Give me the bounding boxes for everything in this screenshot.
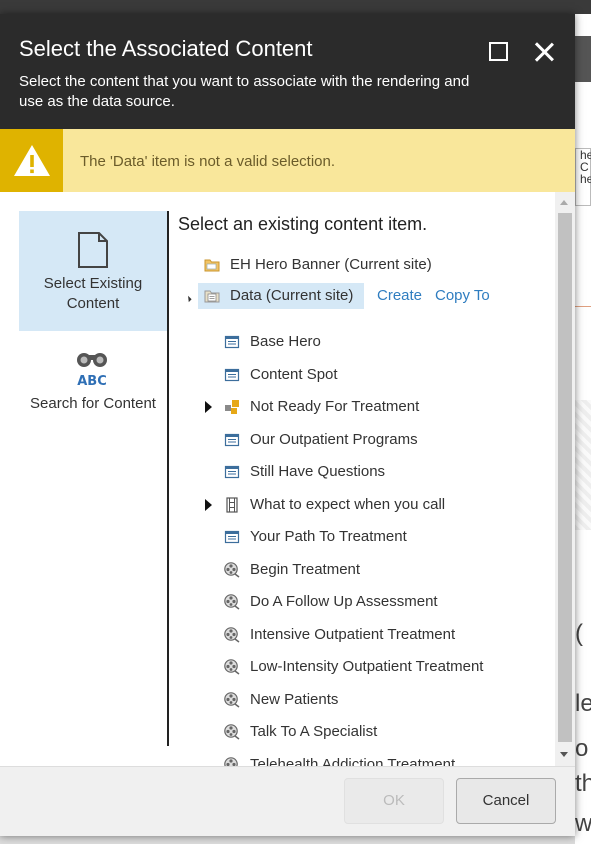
- background-text: o: [575, 735, 589, 762]
- template-icon: [224, 433, 240, 446]
- tree-item[interactable]: Do A Follow Up Assessment: [224, 589, 524, 615]
- nav-item-label: Select Existing Content: [43, 275, 143, 312]
- reel-icon: [224, 659, 240, 675]
- tree-item[interactable]: Still Have Questions: [224, 459, 524, 485]
- reel-icon: [224, 561, 240, 578]
- tree-item[interactable]: New Patients: [224, 687, 524, 713]
- svg-text:ABC: ABC: [77, 374, 107, 387]
- background-strip: [575, 36, 591, 82]
- warning-icon-box: [0, 129, 63, 192]
- tree-item[interactable]: Your Path To Treatment: [224, 524, 524, 550]
- tree-item-root[interactable]: EH Hero Banner (Current site): [204, 252, 444, 278]
- tree-item-label: Our Outpatient Programs: [250, 430, 418, 448]
- expand-toggle[interactable]: [205, 401, 212, 413]
- tree-item-label: Intensive Outpatient Treatment: [250, 625, 456, 643]
- scroll-thumb[interactable]: [558, 213, 572, 742]
- template-icon: [224, 530, 240, 544]
- document-icon: [78, 232, 108, 268]
- tree-item[interactable]: Talk To A Specialist: [224, 719, 524, 745]
- background-divider: [575, 306, 591, 307]
- select-content-dialog: Select the Associated Content Select the…: [0, 14, 575, 836]
- collapse-data-toggle[interactable]: [182, 292, 192, 303]
- background-text: th: [575, 770, 591, 797]
- background-panel: he C he: [575, 148, 591, 206]
- maximize-button[interactable]: [485, 38, 513, 66]
- tree-item-label: What to expect when you call: [250, 495, 446, 513]
- scroll-up-arrow[interactable]: [560, 200, 568, 205]
- data-folder-icon: [204, 290, 220, 303]
- reel-icon: [224, 594, 240, 610]
- warning-banner: The 'Data' item is not a valid selection…: [0, 129, 575, 192]
- film-icon: [226, 496, 238, 513]
- tree-item[interactable]: Content Spot: [224, 362, 524, 388]
- tree-item-label: Still Have Questions: [250, 463, 386, 480]
- create-link[interactable]: Create: [377, 287, 422, 304]
- scroll-down-arrow[interactable]: [560, 752, 568, 757]
- template-icon: [224, 465, 240, 479]
- tree-item-label: EH Hero Banner (Current site): [230, 256, 432, 273]
- background-top-bar: [0, 0, 591, 14]
- reel-icon: [224, 724, 240, 740]
- close-button[interactable]: [530, 38, 558, 66]
- vertical-scrollbar[interactable]: [555, 192, 575, 766]
- content-tree-panel: Select an existing content item. EH Hero…: [170, 192, 555, 766]
- tree-item-label: Telehealth Addiction Treatment: [250, 755, 456, 767]
- maximize-icon: [489, 42, 508, 61]
- reel-icon: [224, 626, 240, 643]
- tree-item-label: Begin Treatment: [250, 560, 361, 578]
- nav-select-existing-content[interactable]: Select Existing Content: [19, 211, 167, 331]
- folder-icon: [204, 259, 220, 272]
- dialog-title: Select the Associated Content: [19, 36, 313, 61]
- dialog-subtitle: Select the content that you want to asso…: [19, 73, 470, 110]
- template-icon: [224, 335, 240, 349]
- content-heading: Select an existing content item.: [178, 214, 428, 234]
- tree-item[interactable]: Telehealth Addiction Treatment: [224, 752, 524, 767]
- background-text: he: [580, 172, 591, 186]
- tree-item-label: Data (Current site): [230, 287, 354, 304]
- nav-search-for-content[interactable]: ABC Search for Content: [19, 331, 167, 451]
- reel-icon: [224, 756, 238, 766]
- ok-button[interactable]: OK: [344, 778, 444, 824]
- tree-item[interactable]: Begin Treatment: [224, 557, 524, 583]
- background-text: (: [575, 620, 583, 647]
- tree-item-label: Low-Intensity Outpatient Treatment: [250, 658, 484, 675]
- tree-item[interactable]: Intensive Outpatient Treatment: [224, 622, 524, 648]
- binoculars-icon: ABC: [77, 353, 107, 387]
- cancel-button[interactable]: Cancel: [456, 778, 556, 824]
- tree-item-label: Base Hero: [250, 333, 321, 350]
- tree-item[interactable]: Not Ready For Treatment: [224, 394, 524, 420]
- tree-item-label: New Patients: [250, 690, 339, 708]
- background-text: le: [575, 690, 591, 717]
- warning-text: The 'Data' item is not a valid selection…: [80, 153, 336, 170]
- warning-icon: [14, 145, 50, 176]
- copy-to-link[interactable]: Copy To: [435, 287, 490, 304]
- tree-item-data[interactable]: Data (Current site): [198, 283, 364, 309]
- tree-item[interactable]: Base Hero: [224, 329, 524, 355]
- tree-item[interactable]: Our Outpatient Programs: [224, 427, 524, 453]
- tree-item[interactable]: Low-Intensity Outpatient Treatment: [224, 654, 524, 680]
- reel-icon: [224, 691, 240, 708]
- expand-toggle[interactable]: [205, 498, 212, 511]
- tree-item-label: Not Ready For Treatment: [250, 398, 420, 415]
- dialog-header: Select the Associated Content Select the…: [0, 14, 575, 129]
- background-pattern: [575, 400, 591, 530]
- dialog-footer: OK Cancel: [0, 766, 575, 836]
- template-icon: [224, 368, 240, 381]
- tree-item-label: Do A Follow Up Assessment: [250, 593, 438, 610]
- nav-item-label: Search for Content: [30, 395, 156, 412]
- blocks-icon: [225, 400, 239, 414]
- nav-divider: [167, 211, 169, 746]
- tree-item-label: Content Spot: [250, 365, 338, 383]
- tree-item-label: Your Path To Treatment: [250, 528, 407, 545]
- tree-item[interactable]: What to expect when you call: [224, 492, 524, 518]
- tree-item-label: Talk To A Specialist: [250, 723, 378, 740]
- source-nav: Select Existing Content ABC Search for C…: [0, 192, 169, 748]
- background-text: w: [575, 810, 591, 837]
